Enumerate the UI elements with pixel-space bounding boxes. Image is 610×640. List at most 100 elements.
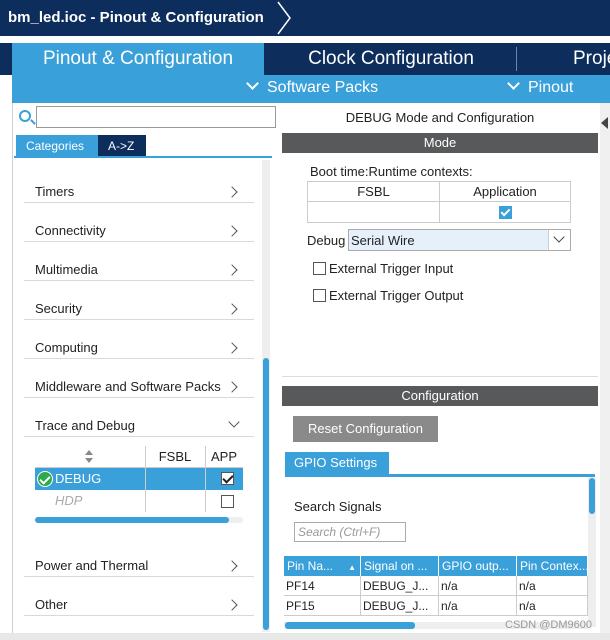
sub-toolbar: Software Packs Pinout [12,75,610,103]
trace-debug-table: FSBL APP DEBUG HDP [35,446,243,516]
mode-section-header: Mode [282,133,598,153]
check-circle-icon [37,471,53,487]
debug-mode-value: Serial Wire [351,233,415,248]
column-header-signal[interactable]: Signal on ... [361,556,439,576]
category-middleware[interactable]: Middleware and Software Packs [24,359,254,398]
tab-categories[interactable]: Categories [16,135,98,157]
category-timers[interactable]: Timers [24,164,254,203]
search-icon[interactable] [19,110,31,122]
option-label: External Trigger Input [329,261,454,276]
tab-clock-configuration[interactable]: Clock Configuration [266,43,516,75]
category-multimedia[interactable]: Multimedia [24,242,254,281]
hdp-app-checkbox[interactable] [221,495,234,508]
column-header-pin-name[interactable]: Pin Na... ▲ [284,556,361,576]
panel-splitter[interactable] [282,376,598,384]
category-tabs-underline [14,156,272,158]
table-header: FSBL APP [35,446,243,468]
reset-configuration-button[interactable]: Reset Configuration [293,416,438,442]
row-name: DEBUG [55,471,102,486]
table-cell[interactable]: n/a [439,596,517,616]
external-trigger-input-checkbox[interactable] [313,262,326,275]
tab-a-z[interactable]: A->Z [98,135,146,157]
configuration-section-header: Configuration [282,386,598,406]
signals-table: Pin Na... ▲ Signal on ... GPIO outp... P… [284,556,588,616]
header-label: Pin Na... [287,559,334,573]
panel-title: DEBUG Mode and Configuration [345,110,535,125]
category-computing[interactable]: Computing [24,320,254,359]
column-header-gpio-output[interactable]: GPIO outp... [439,556,517,576]
bottom-scrollbar[interactable] [0,633,610,640]
category-label: Connectivity [35,223,106,238]
boot-contexts-label: Boot time:Runtime contexts: [310,164,473,179]
fsbl-column-header: FSBL [308,182,439,202]
table-cell[interactable]: DEBUG_J... [361,576,439,596]
external-trigger-output-checkbox[interactable] [313,289,326,302]
table-cell[interactable]: PF15 [284,596,361,616]
category-label: Multimedia [35,262,98,277]
collapse-left-icon[interactable] [601,117,608,129]
fsbl-column-header: FSBL [158,449,192,464]
name-column-header[interactable] [35,446,145,468]
table-row-debug[interactable]: DEBUG [35,468,243,490]
category-trace-and-debug[interactable]: Trace and Debug [24,398,254,437]
breadcrumb-arrow-icon [277,1,291,35]
category-connectivity[interactable]: Connectivity [24,203,254,242]
chevron-right-icon [226,186,238,198]
search-signals-label: Search Signals [294,499,382,514]
pinout-label: Pinout [528,79,574,96]
tab-gpio-settings[interactable]: GPIO Settings [285,452,389,474]
chevron-right-icon [226,303,238,315]
scrollbar-thumb[interactable] [589,478,595,514]
tab-pinout-configuration[interactable]: Pinout & Configuration [12,43,264,75]
category-security[interactable]: Security [24,281,254,320]
category-label: Middleware and Software Packs [35,379,221,394]
category-power-and-thermal[interactable]: Power and Thermal [24,538,254,577]
column-divider [439,182,440,223]
category-label: Security [35,301,82,316]
pinout-menu[interactable]: Pinout [507,77,574,97]
title-bar: bm_led.ioc - Pinout & Configuration [0,0,610,36]
table-cell[interactable]: DEBUG_J... [361,596,439,616]
category-other[interactable]: Other [24,577,254,616]
category-label: Computing [35,340,98,355]
table-cell[interactable]: n/a [439,576,517,596]
debug-mode-label: Debug [307,233,346,248]
scrollbar-thumb[interactable] [263,358,269,630]
scrollbar-thumb[interactable] [35,517,229,523]
chevron-down-icon[interactable] [548,230,570,250]
gpio-vscrollbar[interactable] [588,477,596,627]
chevron-right-icon [226,381,238,393]
debug-app-checkbox[interactable] [221,472,234,485]
sort-icon[interactable]: ▲ [348,558,356,576]
tab-project-manager[interactable]: Proje [518,43,610,75]
category-label: Power and Thermal [35,558,149,573]
column-header-pin-context[interactable]: Pin Contex... [517,556,588,576]
option-label: External Trigger Output [329,288,464,303]
table-cell[interactable]: n/a [517,576,588,596]
watermark: CSDN @DM9600 [505,619,592,631]
column-divider [145,446,146,512]
tab-separator [516,47,517,71]
main-tab-bar: Pinout & Configuration Clock Configurati… [0,43,610,75]
chevron-down-icon [246,77,259,90]
category-label: Other [35,597,68,612]
search-signals-input[interactable]: Search (Ctrl+F) [294,522,406,542]
scrollbar-thumb[interactable] [285,622,415,629]
category-search-input[interactable] [36,106,276,128]
panel-collapse-bar[interactable] [600,103,610,633]
application-context-checkbox[interactable] [499,206,512,219]
chevron-down-icon [228,416,240,428]
category-label: Timers [35,184,75,199]
software-packs-label: Software Packs [267,79,379,96]
table-row-hdp[interactable]: HDP [35,490,243,512]
debug-mode-select[interactable]: Serial Wire [348,229,571,251]
table-cell[interactable]: PF14 [284,576,361,596]
table-cell[interactable]: n/a [517,596,588,616]
chevron-right-icon [226,264,238,276]
chevron-down-icon [507,77,520,90]
trace-table-hscrollbar[interactable] [35,517,243,523]
software-packs-menu[interactable]: Software Packs [246,77,379,97]
chevron-right-icon [226,599,238,611]
category-list-scrollbar[interactable] [262,160,270,632]
category-label: Trace and Debug [35,418,135,433]
